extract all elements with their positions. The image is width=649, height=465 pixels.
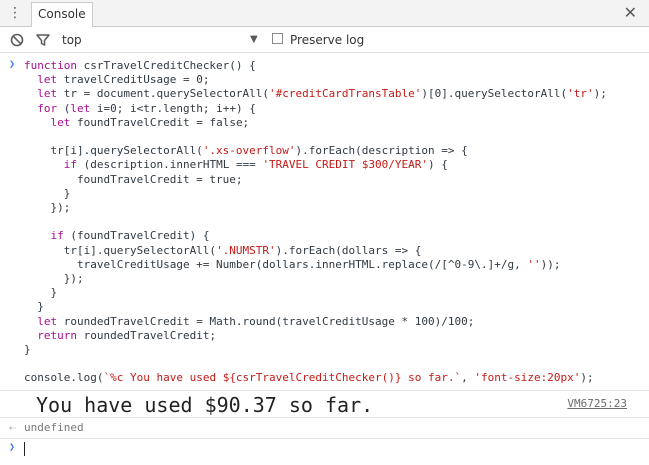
code-line: }); bbox=[24, 201, 71, 215]
context-selector[interactable]: top bbox=[62, 32, 82, 48]
code-line: let roundedTravelCredit = Math.round(tra… bbox=[37, 314, 475, 328]
clear-console-icon[interactable] bbox=[9, 32, 25, 48]
return-arrow-icon: ⇠ bbox=[9, 420, 16, 434]
console-input-entry: ❯ function csrTravelCreditChecker() { le… bbox=[0, 53, 649, 391]
source-link[interactable]: VM6725:23 bbox=[567, 397, 627, 410]
console-log-entry: You have used $90.37 so far. VM6725:23 bbox=[0, 391, 649, 418]
code-line: return roundedTravelCredit; bbox=[37, 328, 217, 342]
dropdown-arrow-icon[interactable]: ▼ bbox=[250, 32, 258, 48]
code-line: tr[i].querySelectorAll('.NUMSTR').forEac… bbox=[24, 243, 422, 257]
console-messages: ❯ function csrTravelCreditChecker() { le… bbox=[0, 53, 649, 459]
code-line: if (description.innerHTML === 'TRAVEL CR… bbox=[63, 158, 448, 172]
filter-icon[interactable] bbox=[35, 32, 51, 48]
kebab-menu-icon[interactable]: ⋮ bbox=[8, 4, 22, 22]
devtools-tabbar: ⋮ Console ✕ bbox=[0, 0, 649, 27]
code-line: foundTravelCredit = true; bbox=[24, 172, 243, 186]
code-line: travelCreditUsage += Number(dollars.inne… bbox=[24, 257, 561, 271]
prompt-chevron-icon: ❯ bbox=[9, 59, 16, 70]
console-toolbar: top ▼ Preserve log bbox=[0, 27, 649, 53]
text-caret bbox=[24, 441, 25, 456]
prompt-chevron-icon: ❯ bbox=[9, 441, 16, 453]
code-line: console.log(`%c You have used ${csrTrave… bbox=[24, 371, 594, 385]
code-line: } bbox=[24, 186, 71, 200]
code-line: if (foundTravelCredit) { bbox=[50, 229, 210, 243]
tab-console[interactable]: Console bbox=[31, 2, 93, 27]
log-output-text: You have used $90.37 so far. bbox=[36, 392, 374, 417]
preserve-log-label[interactable]: Preserve log bbox=[290, 32, 364, 48]
console-result-entry: ⇠ undefined bbox=[0, 418, 649, 439]
code-line: } bbox=[24, 286, 58, 300]
code-line: } bbox=[24, 300, 44, 314]
code-line: }); bbox=[24, 272, 84, 286]
console-prompt[interactable]: ❯ bbox=[0, 439, 649, 459]
code-line: let travelCreditUsage = 0; bbox=[37, 73, 210, 87]
code-line: let tr = document.querySelectorAll('#cre… bbox=[37, 87, 607, 101]
code-line: function csrTravelCreditChecker() { bbox=[24, 59, 256, 72]
code-line: let foundTravelCredit = false; bbox=[50, 115, 250, 129]
close-icon[interactable]: ✕ bbox=[624, 3, 637, 23]
preserve-log-checkbox[interactable] bbox=[272, 33, 283, 44]
code-block[interactable]: function csrTravelCreditChecker() { let … bbox=[24, 59, 639, 386]
code-line: } bbox=[24, 343, 31, 357]
code-line: tr[i].querySelectorAll('.xs-overflow').f… bbox=[24, 144, 468, 158]
code-line: for (let i=0; i<tr.length; i++) { bbox=[37, 101, 256, 115]
return-value: undefined bbox=[24, 420, 84, 434]
